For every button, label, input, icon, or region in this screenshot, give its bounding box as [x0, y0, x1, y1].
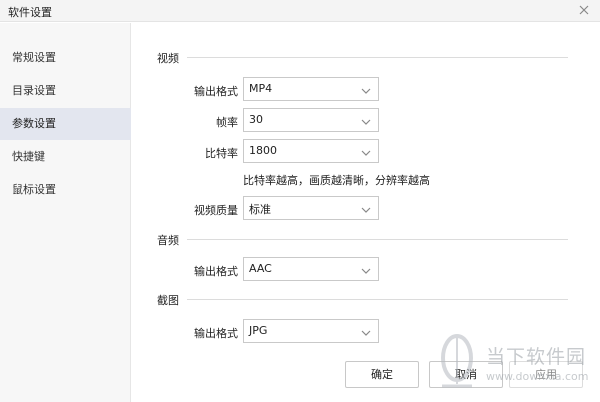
- watermark-logo-icon: [441, 334, 473, 388]
- chevron-down-icon: [361, 147, 371, 156]
- sidebar-item-shortcuts[interactable]: 快捷键: [0, 141, 131, 173]
- chevron-down-icon: [361, 204, 371, 213]
- video-format-label: 输出格式: [194, 85, 238, 98]
- video-quality-select[interactable]: 标准: [243, 196, 379, 220]
- sidebar-item-mouse[interactable]: 鼠标设置: [0, 174, 131, 206]
- chevron-down-icon: [361, 265, 371, 274]
- close-icon[interactable]: [576, 2, 592, 18]
- video-quality-value: 标准: [249, 203, 271, 216]
- bitrate-label: 比特率: [205, 147, 238, 160]
- audio-format-select[interactable]: AAC: [243, 257, 379, 281]
- video-section-divider: [187, 57, 568, 58]
- title-bar: 软件设置: [0, 0, 600, 22]
- video-format-value: MP4: [249, 82, 273, 95]
- sidebar-item-directory[interactable]: 目录设置: [0, 75, 131, 107]
- watermark-text: 当下软件园: [486, 346, 587, 368]
- chevron-down-icon: [361, 327, 371, 336]
- chevron-down-icon: [361, 85, 371, 94]
- video-quality-label: 视频质量: [194, 204, 238, 217]
- audio-format-value: AAC: [249, 262, 272, 275]
- sidebar-item-general[interactable]: 常规设置: [0, 42, 131, 74]
- bitrate-value: 1800: [249, 144, 277, 157]
- chevron-down-icon: [361, 116, 371, 125]
- settings-sidebar: 常规设置 目录设置 参数设置 快捷键 鼠标设置: [0, 23, 131, 402]
- ok-button[interactable]: 确定: [345, 361, 419, 388]
- framerate-value: 30: [249, 113, 263, 126]
- audio-section-divider: [187, 239, 568, 240]
- bitrate-select[interactable]: 1800: [243, 139, 379, 163]
- audio-format-label: 输出格式: [194, 265, 238, 278]
- video-format-select[interactable]: MP4: [243, 77, 379, 101]
- watermark: 当下软件园 www.downxia.com: [426, 330, 598, 400]
- video-section-label: 视频: [157, 52, 179, 65]
- sidebar-item-parameters[interactable]: 参数设置: [0, 108, 131, 140]
- screenshot-format-label: 输出格式: [194, 327, 238, 340]
- framerate-select[interactable]: 30: [243, 108, 379, 132]
- bitrate-hint: 比特率越高，画质越清晰，分辨率越高: [243, 174, 430, 187]
- screenshot-section-divider: [187, 299, 568, 300]
- window-title: 软件设置: [8, 6, 52, 19]
- watermark-url: www.downxia.com: [486, 370, 589, 383]
- audio-section-label: 音频: [157, 234, 179, 247]
- framerate-label: 帧率: [216, 116, 238, 129]
- screenshot-format-value: JPG: [249, 324, 268, 337]
- screenshot-section-label: 截图: [157, 294, 179, 307]
- screenshot-format-select[interactable]: JPG: [243, 319, 379, 343]
